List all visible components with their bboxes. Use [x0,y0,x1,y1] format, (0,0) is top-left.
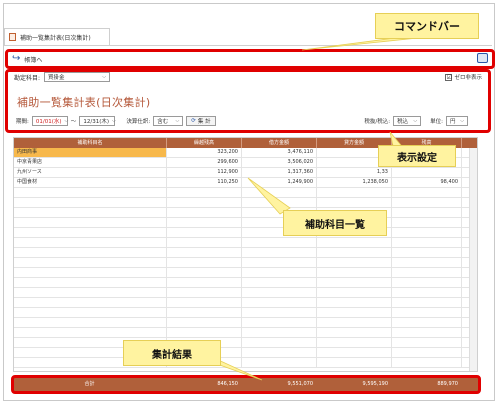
sub-account-pointer [247,177,291,215]
callout-pointers [199,37,419,381]
aggregate-result-callout: 集計結果 [123,340,221,366]
sub-account-list-callout: 補助科目一覧 [283,210,387,236]
command-bar-pointer [301,37,419,51]
display-settings-callout: 表示設定 [378,145,456,167]
command-bar-callout: コマンドバー [375,13,479,39]
